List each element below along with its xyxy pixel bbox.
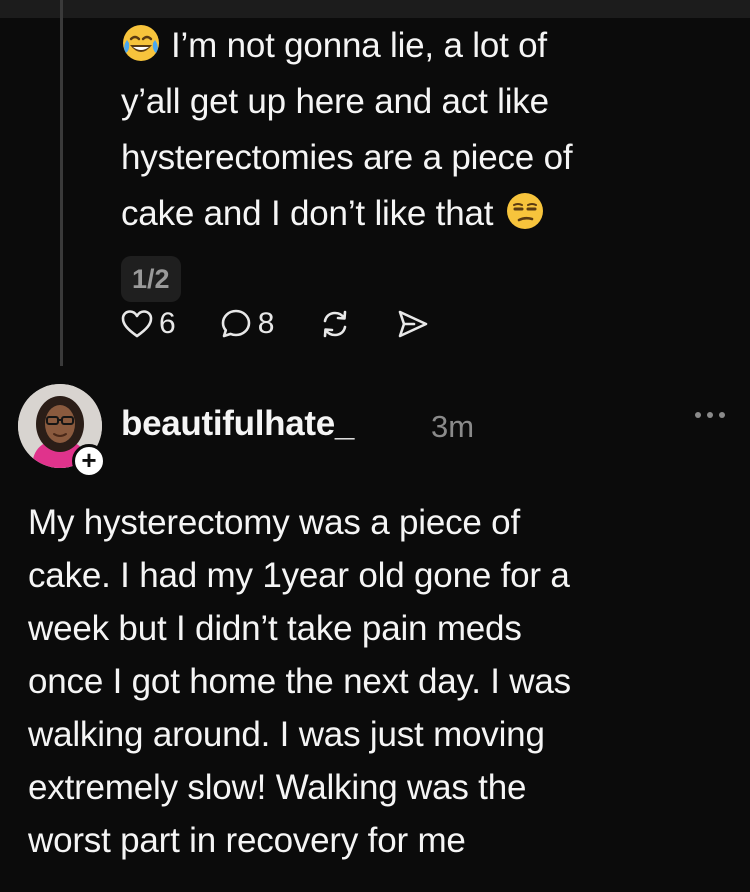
previous-post-line-3: hysterectomies are a piece of [121,138,573,177]
username[interactable]: beautifulhate_ [121,404,354,444]
repost-button[interactable] [318,308,352,340]
previous-post-line-2: y’all get up here and act like [121,82,549,121]
top-edge-bar [0,0,750,18]
heart-icon [121,310,153,338]
reply-button[interactable]: 8 [220,307,275,341]
share-button[interactable] [396,308,430,340]
previous-post-actions: 6 8 [121,304,474,344]
send-icon [399,310,428,338]
reply-line-7: worst part in recovery for me [28,821,466,860]
more-dots-icon [695,412,725,418]
more-options-button[interactable] [690,403,730,427]
repost-icon [324,310,347,338]
comment-bubble-icon [221,309,250,338]
reply-count: 8 [257,307,275,340]
like-button[interactable]: 6 [121,307,176,341]
unamused-face-icon [507,193,544,229]
previous-post-line: cake and I don’t like that [121,186,721,242]
previous-post-line: I’m not gonna lie, a lot of [121,18,721,74]
previous-post[interactable]: I’m not gonna lie, a lot of y’all get up… [121,18,721,302]
like-count: 6 [159,307,176,340]
reply-line-5: walking around. I was just moving [28,715,545,754]
previous-post-line-4: cake and I don’t like that [121,194,494,233]
thread-connector-line [60,0,63,366]
previous-post-text: I’m not gonna lie, a lot of y’all get up… [121,18,721,242]
follow-button[interactable]: + [72,444,106,478]
page-indicator-badge[interactable]: 1/2 [121,256,181,302]
post-timestamp: 3m [431,409,475,444]
reply-line-6: extremely slow! Walking was the [28,768,527,807]
reply-line-2: cake. I had my 1year old gone for a [28,556,570,595]
previous-post-line-1: I’m not gonna lie, a lot of [171,26,547,65]
face-with-tears-of-joy-icon [123,25,159,61]
reply-line-3: week but I didn’t take pain meds [28,609,522,648]
reply-line-4: once I got home the next day. I was [28,662,571,701]
reply-post-text: My hysterectomy was a piece of cake. I h… [28,496,728,867]
reply-line-1: My hysterectomy was a piece of [28,503,520,542]
